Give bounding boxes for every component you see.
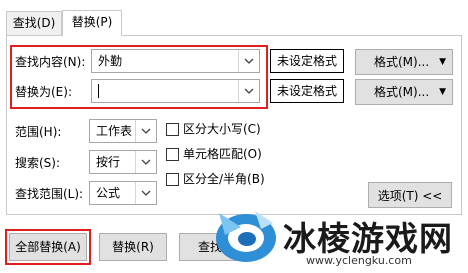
find-value: 外勤 bbox=[98, 54, 123, 68]
scope-value: 工作表 bbox=[96, 124, 133, 138]
tab-replace[interactable]: 替换(P) bbox=[62, 10, 122, 36]
scope-label: 范围(H): bbox=[15, 125, 62, 139]
match-case-checkbox[interactable] bbox=[166, 123, 179, 136]
find-label: 查找内容(N): bbox=[15, 55, 86, 69]
options-toggle-button[interactable]: 选项(T) << bbox=[368, 182, 452, 208]
search-label: 搜索(S): bbox=[15, 156, 61, 170]
chevron-down-icon[interactable] bbox=[238, 50, 259, 72]
tab-replace-label: 替换(P) bbox=[71, 15, 113, 29]
replace-all-button[interactable]: 全部替换(A) bbox=[9, 233, 87, 261]
search-select[interactable]: 按行 bbox=[89, 150, 157, 174]
scope-select[interactable]: 工作表 bbox=[89, 119, 157, 143]
brand-url: www.yclengku.com bbox=[306, 254, 412, 267]
find-input[interactable]: 外勤 bbox=[91, 49, 260, 73]
look-in-value: 公式 bbox=[96, 186, 121, 200]
look-in-select[interactable]: 公式 bbox=[89, 181, 157, 205]
chevron-down-icon bbox=[135, 182, 156, 204]
match-cell-label: 单元格匹配(O) bbox=[183, 147, 262, 161]
replace-format-button-label: 格式(M)... bbox=[374, 85, 430, 99]
replace-format-status: 未设定格式 bbox=[270, 79, 344, 103]
replace-input[interactable] bbox=[91, 79, 260, 103]
replace-label: 替换为(E): bbox=[15, 85, 72, 99]
find-format-button[interactable]: 格式(M)... ▼ bbox=[355, 49, 453, 75]
match-width-label: 区分全/半角(B) bbox=[183, 172, 265, 186]
replace-format-button[interactable]: 格式(M)... ▼ bbox=[355, 79, 453, 105]
replace-button[interactable]: 替换(R) bbox=[99, 233, 167, 261]
dropdown-arrow-icon: ▼ bbox=[439, 87, 446, 97]
chevron-down-icon bbox=[135, 120, 156, 142]
tab-find[interactable]: 查找(D) bbox=[6, 11, 62, 35]
dropdown-arrow-icon: ▼ bbox=[439, 57, 446, 67]
find-format-status: 未设定格式 bbox=[270, 49, 344, 73]
chevron-down-icon bbox=[135, 151, 156, 173]
chevron-down-icon[interactable] bbox=[238, 80, 259, 102]
search-value: 按行 bbox=[96, 155, 121, 169]
match-cell-checkbox[interactable] bbox=[166, 148, 179, 161]
match-case-label: 区分大小写(C) bbox=[183, 122, 261, 136]
tab-find-label: 查找(D) bbox=[12, 16, 56, 30]
brand-logo-icon bbox=[211, 205, 281, 267]
look-in-label: 查找范围(L): bbox=[15, 187, 84, 201]
find-format-button-label: 格式(M)... bbox=[374, 55, 430, 69]
match-width-checkbox[interactable] bbox=[166, 173, 179, 186]
brand-text: 冰棱游戏网 bbox=[283, 219, 453, 258]
text-cursor bbox=[98, 84, 99, 98]
